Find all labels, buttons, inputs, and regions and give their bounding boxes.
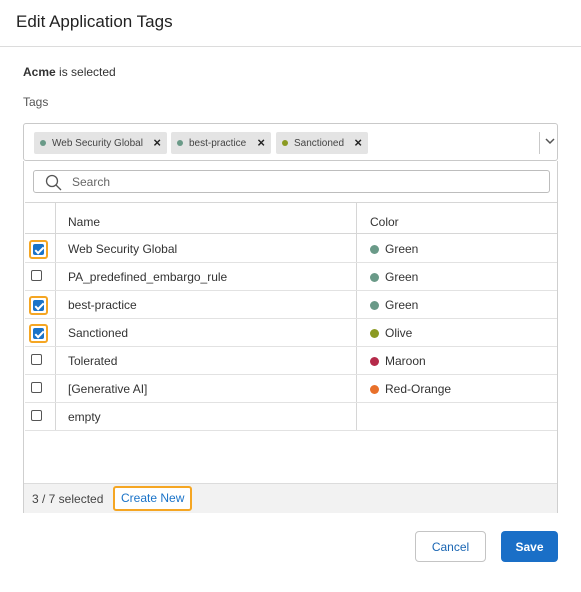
chip-dot <box>177 140 183 146</box>
table-row[interactable]: best-practice Green <box>25 291 557 319</box>
row-checkbox[interactable] <box>29 408 48 427</box>
tag-name-cell: Sanctioned <box>68 326 129 340</box>
row-checkbox[interactable] <box>29 380 48 399</box>
color-label: Green <box>385 270 419 284</box>
checked-checkbox-icon[interactable] <box>33 244 44 255</box>
column-header-color[interactable]: Color <box>370 215 399 229</box>
table-row[interactable]: Tolerated Maroon <box>25 347 557 375</box>
create-new-link[interactable]: Create New <box>113 486 193 511</box>
color-swatch-icon <box>370 272 379 282</box>
color-swatch-icon <box>370 328 379 338</box>
search-input[interactable] <box>72 173 522 190</box>
color-label: Red-Orange <box>385 382 452 396</box>
table-row[interactable]: PA_predefined_embargo_rule Green <box>25 263 557 291</box>
chip-label: best-practice <box>189 137 247 149</box>
tags-label: Tags <box>23 95 49 109</box>
remove-chip-icon[interactable]: × <box>153 135 161 150</box>
table-row[interactable]: Sanctioned Olive <box>25 319 557 347</box>
tag-color-cell: Green <box>370 270 418 284</box>
tag-chip: Sanctioned × <box>276 132 368 154</box>
chip-dot <box>40 140 46 146</box>
color-swatch-icon <box>370 384 379 394</box>
tag-name-cell: [Generative AI] <box>68 382 148 396</box>
color-swatch-icon <box>370 356 379 366</box>
color-label: Maroon <box>385 354 426 368</box>
selection-count: 3 / 7 selected <box>32 492 104 506</box>
table-row[interactable]: [Generative AI] Red-Orange <box>25 375 557 403</box>
chip-dot <box>282 140 288 146</box>
color-swatch-icon <box>370 244 379 254</box>
row-checkbox[interactable] <box>29 352 48 371</box>
tags-multiselect[interactable]: Web Security Global × best-practice × Sa… <box>23 123 558 161</box>
tag-name-cell: Web Security Global <box>68 242 178 256</box>
chip-label: Sanctioned <box>294 137 345 149</box>
remove-chip-icon[interactable]: × <box>257 135 265 150</box>
column-header-name[interactable]: Name <box>68 215 100 229</box>
tags-table: Name Color Web Security Global Green PA_pr… <box>25 202 557 472</box>
tag-name-cell: empty <box>68 410 101 424</box>
edit-tags-dialog: Edit Application Tags Acme is selected T… <box>0 0 581 592</box>
chevron-down-icon[interactable] <box>545 136 555 146</box>
unchecked-checkbox-icon[interactable] <box>31 410 42 421</box>
dialog-title: Edit Application Tags <box>16 12 173 31</box>
row-checkbox[interactable] <box>29 324 48 343</box>
dialog-header: Edit Application Tags <box>0 0 581 47</box>
checked-checkbox-icon[interactable] <box>33 328 44 339</box>
tag-color-cell: Green <box>370 298 418 312</box>
tag-name-cell: Tolerated <box>68 354 118 368</box>
table-header: Name Color <box>25 203 557 234</box>
color-label: Green <box>385 242 419 256</box>
unchecked-checkbox-icon[interactable] <box>31 270 42 281</box>
divider <box>539 132 540 154</box>
selection-info: Acme is selected <box>23 65 116 79</box>
selection-footer: 3 / 7 selected Create New <box>24 483 557 513</box>
search-icon <box>45 174 62 191</box>
tag-color-cell: Maroon <box>370 354 426 368</box>
color-swatch-icon <box>370 300 379 310</box>
tag-color-cell: Olive <box>370 326 412 340</box>
selected-name: Acme <box>23 65 56 79</box>
tag-name-cell: PA_predefined_embargo_rule <box>68 270 228 284</box>
tag-color-cell: Red-Orange <box>370 382 451 396</box>
tags-dropdown-panel: Name Color Web Security GlobalGreenPA_pr… <box>23 161 558 513</box>
remove-chip-icon[interactable]: × <box>354 135 362 150</box>
unchecked-checkbox-icon[interactable] <box>31 354 42 365</box>
table-row[interactable]: Web Security Global Green <box>25 235 557 263</box>
tag-chip: best-practice × <box>171 132 271 154</box>
row-checkbox[interactable] <box>29 268 48 287</box>
row-checkbox[interactable] <box>29 240 48 259</box>
tag-name-cell: best-practice <box>68 298 137 312</box>
cancel-button[interactable]: Cancel <box>415 531 486 562</box>
table-row[interactable]: empty <box>25 403 557 431</box>
chip-label: Web Security Global <box>52 137 143 149</box>
tag-chip: Web Security Global × <box>34 132 167 154</box>
row-checkbox[interactable] <box>29 296 48 315</box>
color-label: Green <box>385 298 419 312</box>
selected-suffix: is selected <box>55 65 116 79</box>
unchecked-checkbox-icon[interactable] <box>31 382 42 393</box>
color-label: Olive <box>385 326 413 340</box>
save-button[interactable]: Save <box>501 531 558 562</box>
tag-color-cell: Green <box>370 242 418 256</box>
search-box[interactable] <box>33 170 550 193</box>
checked-checkbox-icon[interactable] <box>33 300 44 311</box>
